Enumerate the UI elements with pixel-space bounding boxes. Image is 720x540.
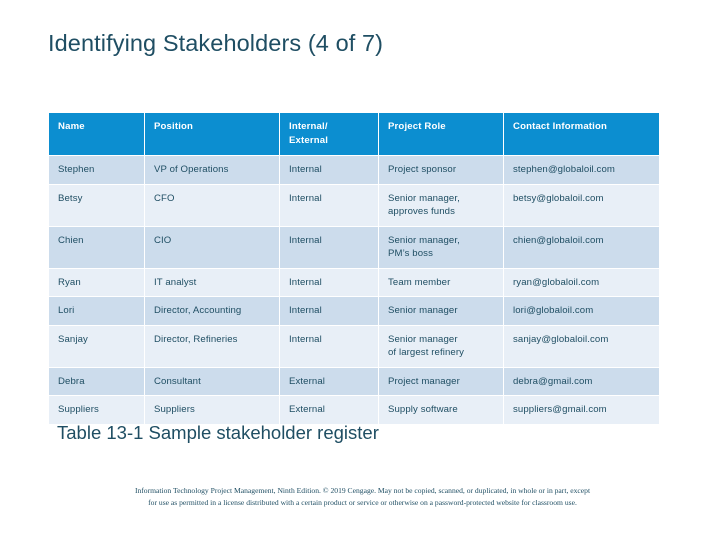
cell-project-role: Project sponsor [379,156,503,184]
cell-name: Lori [49,297,144,325]
cell-project-role: Senior manager [379,297,503,325]
cell-contact: sanjay@globaloil.com [504,325,659,367]
table-row: Suppliers Suppliers External Supply soft… [49,396,659,424]
cell-internal-external: Internal [280,226,378,268]
cell-project-role: Supply software [379,396,503,424]
table-row: Stephen VP of Operations Internal Projec… [49,156,659,184]
cell-contact: chien@globaloil.com [504,226,659,268]
cell-contact: suppliers@gmail.com [504,396,659,424]
cell-name: Suppliers [49,396,144,424]
cell-position: CIO [145,226,279,268]
cell-position: Consultant [145,367,279,395]
cell-name: Chien [49,226,144,268]
table-header: Name Position Internal/ External Project… [49,113,659,155]
cell-internal-external: Internal [280,268,378,296]
cell-contact: lori@globaloil.com [504,297,659,325]
cell-project-role-line1: Senior manager [388,305,458,316]
copyright-footer-line1: Information Technology Project Managemen… [134,486,591,495]
cell-name: Betsy [49,184,144,226]
copyright-footer: Information Technology Project Managemen… [50,485,675,508]
table-body: Stephen VP of Operations Internal Projec… [49,156,659,424]
cell-project-role-line1: Team member [388,276,451,288]
cell-contact: stephen@globaloil.com [504,156,659,184]
cell-project-role: Project manager [379,367,503,395]
cell-position: Director, Refineries [145,325,279,367]
cell-internal-external: External [280,396,378,424]
cell-project-role: Senior manager, PM’s boss [379,226,503,268]
cell-project-role-line1: Senior manager [388,333,458,345]
cell-contact: betsy@globaloil.com [504,184,659,226]
cell-position: CFO [145,184,279,226]
cell-name: Debra [49,367,144,395]
column-header-contact-information: Contact Information [504,113,659,155]
column-header-project-role: Project Role [379,113,503,155]
table-row: Sanjay Director, Refineries Internal Sen… [49,325,659,367]
table-row: Ryan IT analyst Internal Team member rya… [49,268,659,296]
cell-project-role-line2: approves funds [388,206,456,217]
cell-internal-external: Internal [280,325,378,367]
table-row: Betsy CFO Internal Senior manager, appro… [49,184,659,226]
cell-project-role: Team member [379,268,503,296]
cell-name: Sanjay [49,325,144,367]
cell-name: Stephen [49,156,144,184]
slide-canvas: Identifying Stakeholders (4 of 7) Name P… [0,0,720,540]
table-row: Lori Director, Accounting Internal Senio… [49,297,659,325]
column-header-internal-external: Internal/ External [280,113,378,155]
column-header-internal-external-line1: Internal/ [289,121,328,132]
cell-internal-external: Internal [280,156,378,184]
cell-project-role: Senior manager, approves funds [379,184,503,226]
cell-project-role-line2: PM’s boss [388,248,433,259]
cell-project-role-line1: Project sponsor [388,164,457,175]
cell-position: Director, Accounting [145,297,279,325]
cell-internal-external: Internal [280,184,378,226]
copyright-footer-line2: for use as permitted in a license distri… [148,497,577,507]
cell-project-role-line1: Senior manager, [388,192,460,204]
cell-contact: ryan@globaloil.com [504,268,659,296]
column-header-name: Name [49,113,144,155]
cell-internal-external: External [280,367,378,395]
cell-project-role-line1: Senior manager, [388,234,460,246]
table-row: Debra Consultant External Project manage… [49,367,659,395]
cell-position: Suppliers [145,396,279,424]
cell-position: IT analyst [145,268,279,296]
page-title: Identifying Stakeholders (4 of 7) [48,30,384,56]
cell-internal-external: Internal [280,297,378,325]
stakeholder-register-table-container: Name Position Internal/ External Project… [48,112,660,425]
column-header-internal-external-line2: External [289,134,329,146]
table-caption: Table 13-1 Sample stakeholder register [57,422,379,443]
cell-project-role-line2: of largest refinery [388,347,465,358]
stakeholder-register-table: Name Position Internal/ External Project… [48,112,660,425]
cell-project-role: Senior manager of largest refinery [379,325,503,367]
cell-project-role-line1: Project manager [388,375,460,387]
table-row: Chien CIO Internal Senior manager, PM’s … [49,226,659,268]
cell-project-role-line1: Supply software [388,404,458,415]
column-header-position: Position [145,113,279,155]
table-header-row: Name Position Internal/ External Project… [49,113,659,155]
cell-name: Ryan [49,268,144,296]
cell-position: VP of Operations [145,156,279,184]
cell-contact: debra@gmail.com [504,367,659,395]
